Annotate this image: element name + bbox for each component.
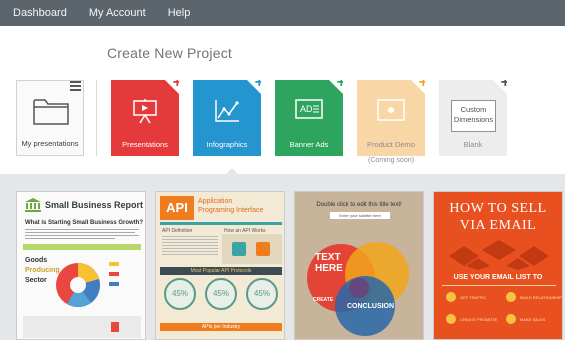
plus-icon: + bbox=[500, 80, 507, 91]
nav-dashboard[interactable]: Dashboard bbox=[13, 7, 67, 19]
template-title: Double click to edit this title text! bbox=[316, 202, 402, 208]
feature-icon bbox=[446, 292, 456, 302]
menu-icon[interactable] bbox=[70, 79, 81, 91]
presentation-board-icon bbox=[133, 99, 157, 124]
text-here-label: TEXT HERE bbox=[315, 252, 343, 274]
teal-rule bbox=[160, 222, 282, 225]
template-title: Small Business Report bbox=[45, 200, 144, 210]
feature-icon bbox=[446, 314, 456, 324]
feature-icon bbox=[506, 292, 516, 302]
pie-chart-graphic bbox=[56, 263, 100, 308]
tile-label: Infographics bbox=[206, 140, 248, 149]
top-nav: Dashboard My Account Help bbox=[0, 0, 565, 26]
plus-icon: + bbox=[254, 80, 261, 91]
coming-soon-note: (Coming soon) bbox=[368, 157, 414, 164]
use-list-heading: USE YOUR EMAIL LIST TO bbox=[453, 274, 543, 281]
create-label: CREATE bbox=[313, 297, 334, 303]
my-presentations-label: My presentations bbox=[21, 139, 79, 148]
tile-banner-ads[interactable]: + AD Banner Ads bbox=[275, 80, 343, 156]
plus-icon: + bbox=[336, 80, 343, 91]
percent-circle: 45% bbox=[246, 278, 278, 310]
page-title: Create New Project bbox=[107, 45, 232, 61]
percent-circle: 45% bbox=[164, 278, 196, 310]
bank-icon bbox=[25, 198, 41, 212]
nav-my-account[interactable]: My Account bbox=[89, 7, 146, 19]
template-title: HOW TO SELL VIA EMAIL bbox=[449, 201, 547, 233]
custom-dimensions-box: Custom Dimensions bbox=[451, 100, 496, 132]
svg-text:AD: AD bbox=[300, 104, 313, 114]
tile-blank[interactable]: + Custom Dimensions Blank bbox=[439, 80, 507, 156]
template-small-business-report[interactable]: Small Business Report What is Starting S… bbox=[16, 191, 146, 340]
ad-banner-icon: AD bbox=[295, 99, 323, 119]
envelopes-graphic bbox=[449, 240, 549, 270]
tile-product-demo[interactable]: + Product Demo bbox=[357, 80, 425, 156]
tile-infographics[interactable]: + Infographics bbox=[193, 80, 261, 156]
tile-label: Product Demo bbox=[367, 140, 415, 149]
feature-label: GET TRAFFIC bbox=[460, 295, 487, 300]
venn-diagram-graphic bbox=[307, 242, 409, 336]
percent-circle: 45% bbox=[205, 278, 237, 310]
protocols-band: Most Popular API Protocols bbox=[160, 267, 282, 275]
green-bar bbox=[23, 244, 141, 250]
template-subtitle: What is Starting Small Business Growth? bbox=[25, 220, 144, 226]
folder-icon bbox=[33, 99, 69, 125]
conclusion-label: CONCLUSION bbox=[347, 303, 395, 310]
tile-label: Presentations bbox=[122, 140, 168, 149]
tile-label: Banner Ads bbox=[289, 140, 329, 149]
tile-presentations[interactable]: + Presentations bbox=[111, 80, 179, 156]
feature-label: MAKE SALES bbox=[520, 317, 546, 322]
feature-label: CREATE PROMOTE bbox=[460, 317, 498, 322]
feature-icon bbox=[506, 314, 516, 324]
template-title: Application Programing Interface bbox=[198, 198, 264, 214]
template-subtitle: Enter your subtitle here bbox=[330, 212, 390, 219]
plus-icon: + bbox=[172, 80, 179, 91]
tile-label: Blank bbox=[463, 140, 483, 149]
create-project-area: Create New Project My presentations + Pr… bbox=[0, 26, 565, 174]
template-venn-diagram[interactable]: Double click to edit this title text! En… bbox=[294, 191, 424, 340]
template-api[interactable]: API Application Programing Interface API… bbox=[155, 191, 285, 340]
plus-icon: + bbox=[418, 80, 425, 91]
api-definition-label: API Definition bbox=[162, 228, 193, 234]
divider bbox=[442, 285, 556, 286]
feature-label: BUILD RELATIONSHIP bbox=[520, 295, 562, 300]
nav-help[interactable]: Help bbox=[168, 7, 191, 19]
divider bbox=[96, 80, 97, 156]
product-demo-icon bbox=[377, 99, 405, 121]
industry-band: APIs per Industry bbox=[160, 323, 282, 331]
line-chart-icon bbox=[215, 100, 239, 122]
my-presentations-card[interactable]: My presentations bbox=[16, 80, 84, 156]
template-sell-via-email[interactable]: HOW TO SELL VIA EMAIL USE YOUR EMAIL LIS… bbox=[433, 191, 563, 340]
api-badge: API bbox=[160, 196, 194, 220]
